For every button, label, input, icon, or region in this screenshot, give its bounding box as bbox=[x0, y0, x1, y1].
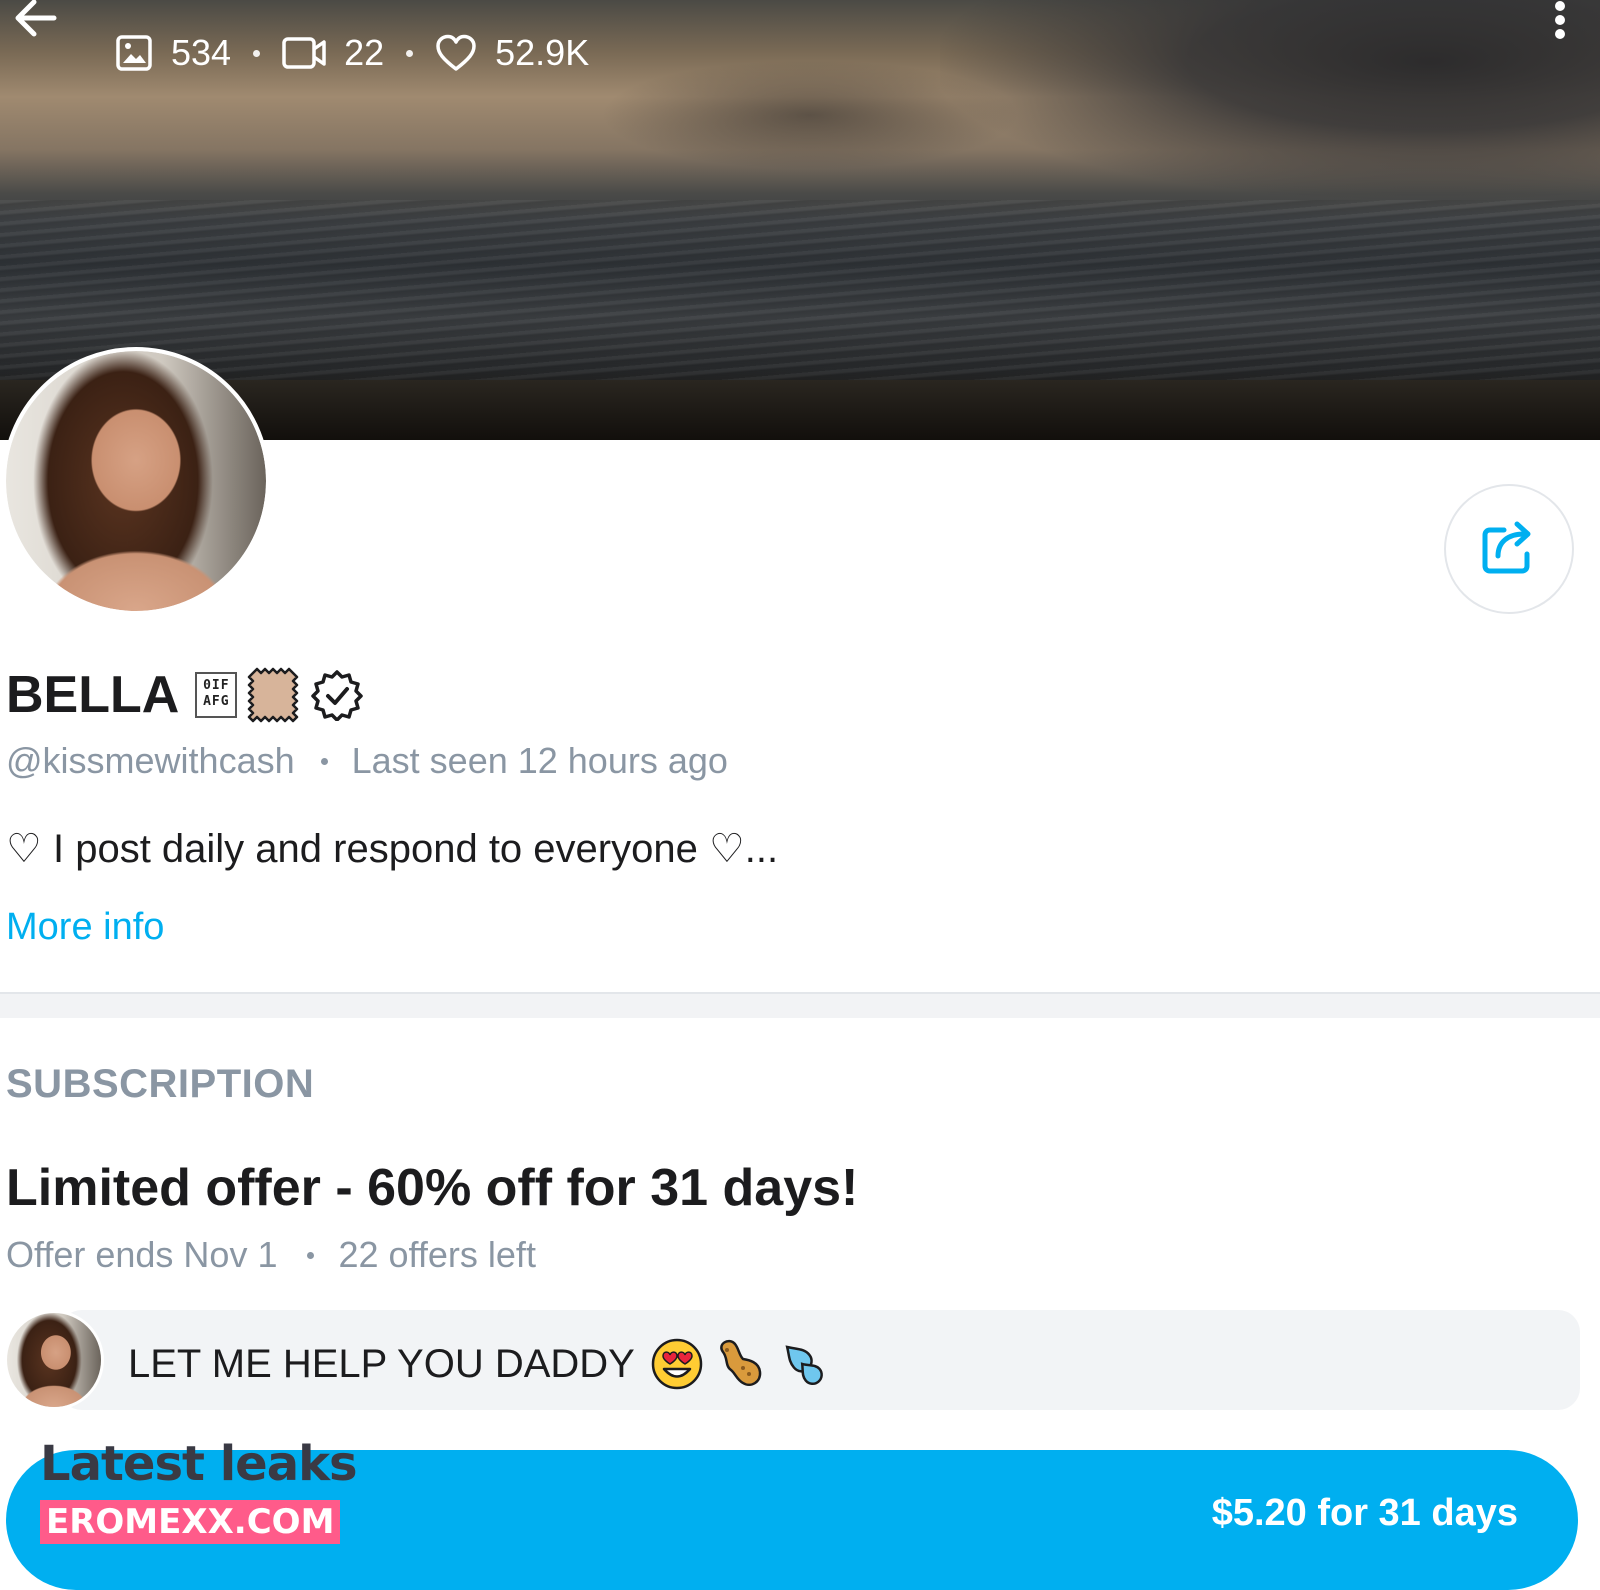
share-icon bbox=[1480, 518, 1538, 581]
verified-badge-icon bbox=[311, 669, 364, 721]
videos-count: 22 bbox=[344, 32, 385, 73]
cover-title: BELLA bbox=[110, 0, 242, 9]
promo-message-text: LET ME HELP YOU DADDY bbox=[128, 1341, 635, 1386]
separator-dot bbox=[253, 49, 261, 57]
more-vertical-icon[interactable] bbox=[1548, 0, 1572, 44]
profile-name-row: BELLA 0IF AFG bbox=[6, 660, 364, 730]
avatar-photo bbox=[6, 351, 266, 611]
more-info-link[interactable]: More info bbox=[6, 906, 164, 949]
section-divider bbox=[0, 992, 1600, 1018]
last-seen: Last seen 12 hours ago bbox=[351, 740, 728, 781]
profile-stats: 534 22 52.9K bbox=[115, 28, 589, 78]
separator-dot bbox=[406, 49, 414, 57]
arrow-left-icon[interactable] bbox=[10, 0, 60, 44]
photos-count: 534 bbox=[171, 32, 232, 73]
qr-emoji-icon: 0IF AFG bbox=[195, 672, 238, 718]
share-button[interactable] bbox=[1444, 484, 1574, 614]
handle-row: @kissmewithcash Last seen 12 hours ago bbox=[6, 740, 728, 782]
subscription-heading: SUBSCRIPTION bbox=[6, 1062, 315, 1106]
heart-eyes-emoji-icon bbox=[651, 1338, 703, 1390]
sweat-droplets-emoji-icon bbox=[775, 1338, 827, 1390]
profile-avatar[interactable] bbox=[2, 347, 270, 615]
separator-dot bbox=[320, 757, 328, 765]
image-icon bbox=[115, 34, 153, 72]
profile-bio: ♡ I post daily and respond to everyone ♡… bbox=[6, 827, 779, 871]
promo-message: LET ME HELP YOU DADDY bbox=[128, 1338, 827, 1390]
offer-meta: Offer ends Nov 1 22 offers left bbox=[6, 1234, 536, 1276]
watermark-title: Latest leaks bbox=[40, 1436, 358, 1492]
profile-handle: @kissmewithcash bbox=[6, 740, 295, 781]
offer-title: Limited offer - 60% off for 31 days! bbox=[6, 1159, 859, 1217]
cover-sea bbox=[0, 200, 1600, 400]
profile-name: BELLA bbox=[6, 666, 180, 724]
video-icon bbox=[282, 36, 326, 70]
peanut-emoji-icon bbox=[713, 1338, 765, 1390]
watermark-site: EROMEXX.COM bbox=[40, 1500, 341, 1544]
offers-left: 22 offers left bbox=[338, 1234, 536, 1275]
likes-count: 52.9K bbox=[495, 32, 590, 73]
message-avatar bbox=[4, 1310, 104, 1410]
photos-stat: 534 bbox=[115, 32, 231, 74]
subscribe-price-label: $5.20 for 31 days bbox=[1211, 1492, 1518, 1534]
videos-stat: 22 bbox=[282, 32, 384, 74]
avatar-photo bbox=[7, 1313, 101, 1407]
top-bar: BELLA 534 22 52.9K bbox=[0, 0, 1600, 90]
likes-stat: 52.9K bbox=[435, 32, 589, 74]
heart-icon bbox=[435, 34, 477, 72]
patch-emoji-icon bbox=[245, 667, 301, 723]
offer-ends: Offer ends Nov 1 bbox=[6, 1234, 278, 1275]
separator-dot bbox=[307, 1251, 315, 1259]
